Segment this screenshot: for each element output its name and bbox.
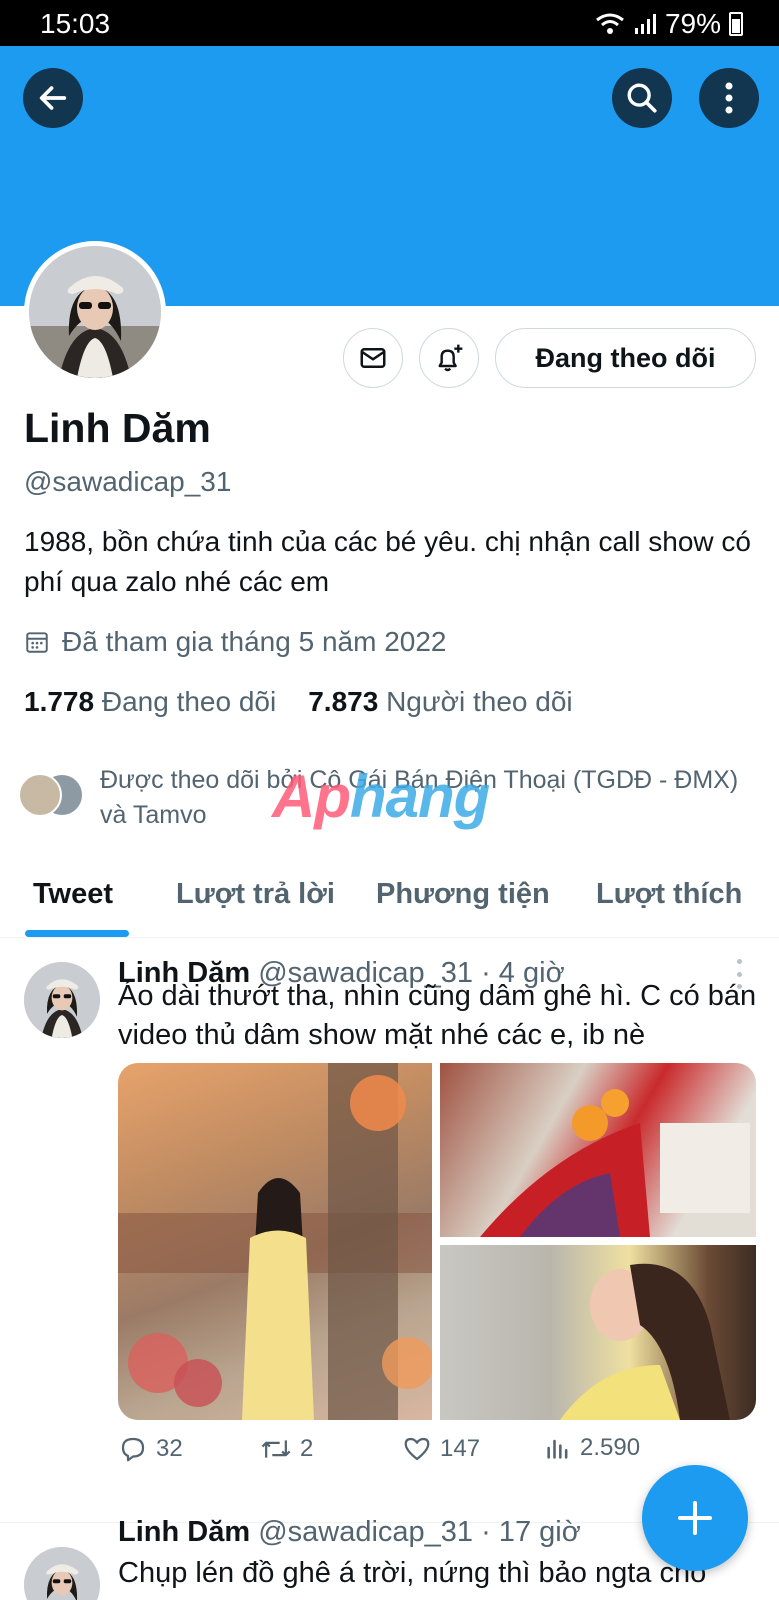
retweet-icon bbox=[261, 1440, 291, 1458]
heart-icon bbox=[404, 1437, 430, 1461]
followers-label: Người theo dõi bbox=[386, 686, 573, 717]
tweet-author-name[interactable]: Linh Dăm bbox=[118, 1516, 250, 1548]
views-action[interactable]: 2.590 bbox=[544, 1434, 640, 1462]
photo-woman-profile bbox=[560, 1263, 730, 1420]
media-photo[interactable] bbox=[440, 1063, 756, 1237]
status-time: 15:03 bbox=[40, 8, 111, 39]
followed-by-avatars bbox=[18, 773, 90, 821]
reply-icon bbox=[121, 1437, 145, 1462]
profile-tabs: Tweet Lượt trả lời Phương tiện Lượt thíc… bbox=[0, 868, 779, 938]
tab-replies[interactable]: Lượt trả lời bbox=[176, 878, 335, 911]
following-button[interactable]: Đang theo dõi bbox=[495, 328, 756, 388]
photo-woman-ao-dai bbox=[118, 1063, 432, 1420]
plus-icon bbox=[678, 1501, 712, 1535]
tweet-header: Linh Dăm @sawadicap_31 · 17 giờ bbox=[118, 1516, 581, 1549]
views-count: 2.590 bbox=[580, 1434, 641, 1461]
profile-avatar[interactable] bbox=[24, 241, 166, 383]
signal-icon bbox=[634, 14, 656, 34]
watermark-part2: hang bbox=[349, 763, 490, 830]
tweet-media-grid bbox=[118, 1063, 756, 1420]
media-photo[interactable] bbox=[440, 1245, 756, 1420]
retweet-action[interactable]: 2 bbox=[260, 1434, 313, 1464]
reply-count: 32 bbox=[156, 1435, 183, 1462]
message-button[interactable] bbox=[343, 328, 403, 388]
avatar bbox=[18, 773, 62, 817]
arrow-left-icon bbox=[39, 86, 67, 110]
bell-plus-icon bbox=[438, 344, 463, 372]
avatar-image bbox=[24, 1547, 100, 1600]
status-bar: 15:03 79% bbox=[0, 0, 779, 46]
watermark-logo: Aphang bbox=[272, 762, 490, 831]
notifications-button[interactable] bbox=[419, 328, 479, 388]
tweet-avatar[interactable] bbox=[24, 962, 100, 1038]
avatar-image bbox=[29, 246, 161, 378]
join-date-text: Đã tham gia tháng 5 năm 2022 bbox=[62, 626, 447, 657]
following-count: 1.778 bbox=[24, 686, 95, 717]
battery-icon bbox=[729, 12, 743, 36]
compose-tweet-button[interactable] bbox=[642, 1465, 748, 1571]
tab-tweet[interactable]: Tweet bbox=[33, 878, 113, 911]
like-count: 147 bbox=[440, 1435, 481, 1462]
followers-count: 7.873 bbox=[308, 686, 379, 717]
active-tab-indicator bbox=[25, 930, 129, 937]
more-options-button[interactable] bbox=[699, 68, 759, 128]
battery-percent: 79% bbox=[664, 8, 721, 39]
profile-handle: @sawadicap_31 bbox=[24, 466, 232, 497]
tweet-text: Áo dài thướt tha, nhìn cũng dâm ghê hì. … bbox=[118, 980, 757, 1051]
like-action[interactable]: 147 bbox=[402, 1434, 480, 1464]
mail-icon bbox=[360, 348, 386, 368]
avatar-image bbox=[24, 962, 100, 1038]
search-button[interactable] bbox=[612, 68, 672, 128]
more-vertical-icon bbox=[725, 82, 733, 114]
media-photo[interactable] bbox=[118, 1063, 432, 1420]
profile-name: Linh Dăm bbox=[24, 405, 211, 451]
tweet[interactable]: Linh Dăm @sawadicap_31 · 4 giờ Áo dài th… bbox=[0, 939, 779, 1523]
following-stat[interactable]: 1.778 Đang theo dõi bbox=[24, 686, 276, 718]
tweet-meta: @sawadicap_31 · 17 giờ bbox=[258, 1516, 581, 1548]
profile-bio: 1988, bồn chứa tinh của các bé yêu. chị … bbox=[24, 526, 751, 597]
followers-stat[interactable]: 7.873 Người theo dõi bbox=[308, 686, 572, 718]
tweet-actions: 32 2 147 2.590 bbox=[118, 1434, 758, 1474]
follow-stats: 1.778 Đang theo dõi 7.873 Người theo dõi bbox=[24, 686, 573, 718]
views-chart-icon bbox=[547, 1439, 568, 1459]
photo-red-ao-dai bbox=[480, 1089, 750, 1237]
search-icon bbox=[627, 83, 657, 113]
tweet-avatar[interactable] bbox=[24, 1547, 100, 1600]
watermark-part1: Ap bbox=[272, 763, 351, 830]
following-label: Đang theo dõi bbox=[101, 686, 277, 717]
status-indicators: 79% bbox=[595, 8, 743, 40]
reply-action[interactable]: 32 bbox=[118, 1434, 183, 1464]
back-button[interactable] bbox=[23, 68, 83, 128]
tab-media[interactable]: Phương tiện bbox=[376, 878, 550, 911]
tab-likes[interactable]: Lượt thích bbox=[596, 878, 742, 911]
wifi-icon bbox=[596, 13, 624, 34]
retweet-count: 2 bbox=[300, 1435, 314, 1462]
join-date: Đã tham gia tháng 5 năm 2022 bbox=[24, 626, 446, 658]
calendar-icon bbox=[26, 632, 48, 653]
